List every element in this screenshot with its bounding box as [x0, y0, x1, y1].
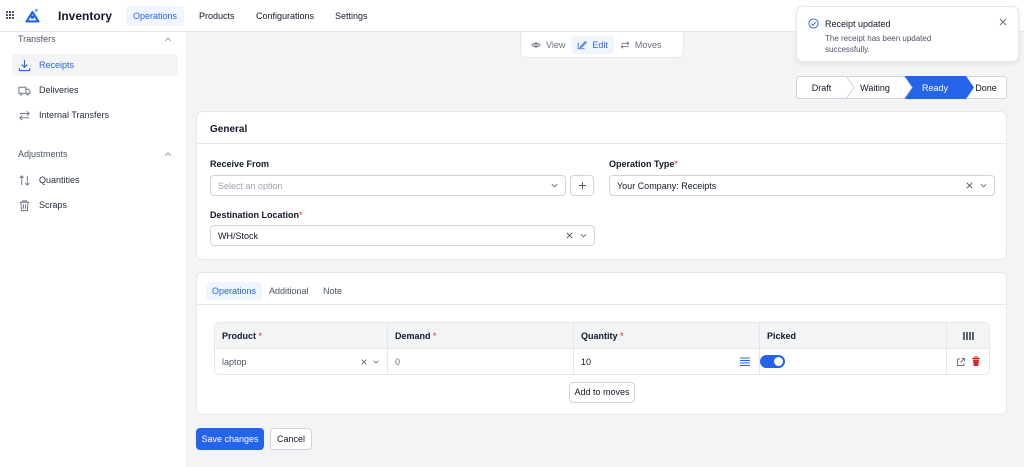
apps-grid-icon[interactable]	[6, 11, 15, 20]
pencil-icon	[578, 40, 588, 49]
sidebar-item-label: Deliveries	[39, 85, 79, 95]
cancel-button[interactable]: Cancel	[270, 428, 312, 450]
chevron-down-icon[interactable]	[979, 181, 988, 190]
sidebar-section-transfers[interactable]: Transfers	[18, 34, 56, 44]
view-mode-switch: View Edit Moves	[520, 32, 684, 58]
eye-icon	[531, 42, 541, 47]
receipt-download-icon	[18, 59, 31, 71]
product-cell[interactable]: laptop	[215, 349, 388, 374]
add-to-moves-button[interactable]: Add to moves	[569, 382, 635, 403]
sidebar-item-internal-transfers[interactable]: Internal Transfers	[12, 104, 178, 126]
receive-from-placeholder: Select an option	[218, 180, 283, 191]
step-divider-icon	[966, 76, 974, 99]
status-step-draft[interactable]: Draft	[796, 76, 846, 99]
tab-additional[interactable]: Additional	[263, 282, 315, 300]
close-icon[interactable]	[999, 18, 1007, 26]
chevron-down-icon[interactable]	[579, 231, 588, 240]
check-circle-icon	[808, 18, 819, 29]
column-header-product[interactable]: Product *	[215, 323, 388, 349]
sidebar-item-scraps[interactable]: Scraps	[12, 194, 178, 216]
sidebar-item-label: Internal Transfers	[39, 110, 110, 120]
sidebar-item-deliveries[interactable]: Deliveries	[12, 79, 178, 101]
inventory-logo-icon	[25, 8, 40, 23]
toast-title: Receipt updated	[825, 19, 891, 29]
column-header-demand[interactable]: Demand *	[388, 323, 574, 349]
sidebar-item-label: Quantities	[39, 175, 80, 185]
swap-arrows-icon	[620, 40, 630, 49]
operation-type-select[interactable]: Your Company: Receipts	[609, 175, 995, 196]
columns-settings-icon[interactable]	[963, 331, 974, 341]
picked-cell	[760, 349, 947, 374]
receive-from-label: Receive From	[210, 159, 270, 169]
tab-note[interactable]: Note	[317, 282, 348, 300]
swap-arrows-icon	[19, 110, 30, 120]
sidebar-item-quantities[interactable]: Quantities	[12, 169, 178, 191]
nav-configurations[interactable]: Configurations	[249, 6, 321, 26]
product-value: laptop	[222, 357, 247, 367]
nav-products[interactable]: Products	[192, 6, 242, 26]
chevron-up-icon[interactable]	[164, 37, 172, 42]
trash-icon	[19, 199, 30, 211]
plus-icon	[578, 181, 586, 190]
destination-location-select[interactable]: WH/Stock	[210, 225, 595, 246]
chevron-up-icon[interactable]	[164, 152, 172, 157]
quantity-value: 10	[581, 357, 592, 367]
table-row: laptop 0 10	[215, 349, 989, 374]
sidebar-item-receipts[interactable]: Receipts	[12, 54, 178, 76]
destination-location-value: WH/Stock	[218, 230, 259, 241]
view-button[interactable]: View	[525, 36, 571, 54]
demand-cell[interactable]: 0	[388, 349, 574, 374]
moves-table: Product * Demand * Quantity * Picked lap…	[214, 322, 990, 375]
toast-message: The receipt has been updated successfull…	[825, 34, 932, 54]
operation-type-value: Your Company: Receipts	[617, 180, 717, 191]
create-partner-button[interactable]	[570, 175, 594, 196]
details-list-icon[interactable]	[740, 357, 750, 366]
clear-icon[interactable]	[360, 358, 368, 366]
quantity-cell[interactable]: 10	[574, 349, 760, 374]
moves-button[interactable]: Moves	[614, 36, 668, 54]
save-changes-button[interactable]: Save changes	[196, 428, 264, 450]
step-divider-icon	[904, 76, 913, 99]
step-divider-icon	[846, 76, 855, 99]
nav-settings[interactable]: Settings	[328, 6, 375, 26]
sidebar-item-label: Scraps	[39, 200, 68, 210]
truck-icon	[18, 86, 31, 95]
table-header: Product * Demand * Quantity * Picked	[215, 323, 989, 349]
chevron-down-icon[interactable]	[550, 181, 559, 190]
moves-button-label: Moves	[634, 39, 662, 50]
sidebar-item-label: Receipts	[39, 60, 75, 70]
destination-location-label: Destination Location*	[210, 210, 303, 220]
picked-toggle[interactable]	[760, 355, 785, 368]
divider	[197, 304, 1006, 305]
view-button-label: View	[546, 39, 566, 50]
toast-notification: Receipt updated The receipt has been upd…	[796, 6, 1019, 62]
open-external-icon[interactable]	[956, 357, 966, 367]
app-title: Inventory	[58, 9, 113, 23]
nav-operations[interactable]: Operations	[126, 6, 185, 26]
sidebar-section-adjustments[interactable]: Adjustments	[18, 149, 68, 159]
column-header-quantity[interactable]: Quantity *	[574, 323, 760, 349]
general-title: General	[210, 124, 248, 135]
clear-icon[interactable]	[565, 231, 574, 240]
general-card: General Receive From Select an option Op…	[196, 111, 1007, 260]
sidebar: Transfers Receipts Deliveries Internal T…	[0, 32, 186, 467]
edit-button-label: Edit	[592, 39, 608, 50]
sort-arrows-icon	[19, 174, 30, 186]
chevron-down-icon[interactable]	[372, 358, 380, 366]
clear-icon[interactable]	[965, 181, 974, 190]
edit-button[interactable]: Edit	[571, 35, 614, 54]
divider	[197, 143, 1006, 144]
column-header-picked[interactable]: Picked	[760, 323, 947, 349]
delete-row-icon[interactable]	[971, 356, 981, 367]
receive-from-select[interactable]: Select an option	[210, 175, 566, 196]
tab-operations[interactable]: Operations	[206, 282, 263, 300]
operation-type-label: Operation Type*	[609, 159, 678, 169]
